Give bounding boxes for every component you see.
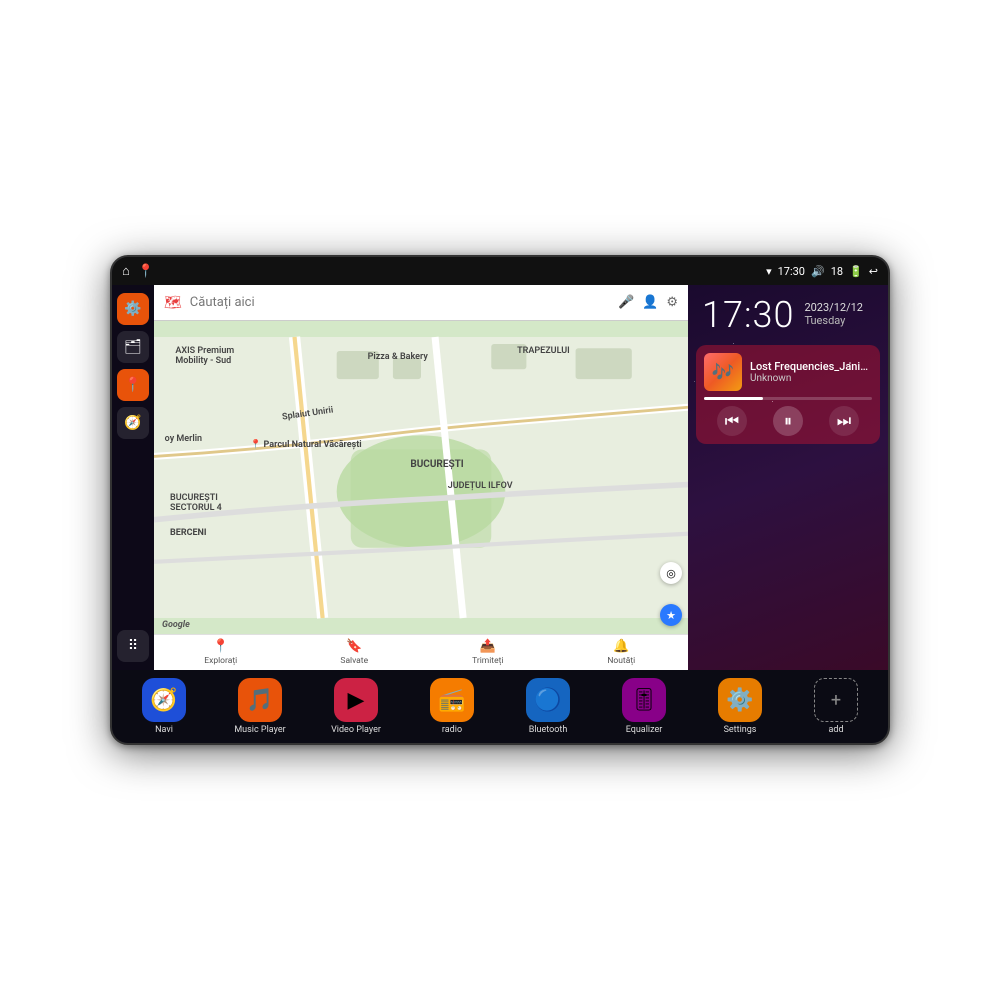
app-item-eq[interactable]: 🎚 Equalizer [598, 678, 690, 735]
settings-label: Settings [724, 725, 757, 735]
map-pin-icon: 🗺 [164, 295, 182, 311]
app-item-video[interactable]: ▶ Video Player [310, 678, 402, 735]
saved-label: Salvate [340, 656, 368, 666]
news-icon: 🔔 [613, 639, 629, 654]
navi-label: Navi [155, 725, 173, 735]
radio-label: radio [442, 725, 462, 735]
music-label: Music Player [234, 725, 285, 735]
map-voice-icon[interactable]: 🎤 [618, 295, 634, 310]
radio-icon: 📻 [430, 678, 474, 722]
track-title: Lost Frequencies_Janie... [750, 360, 872, 373]
app-item-bluetooth[interactable]: 🔵 Bluetooth [502, 678, 594, 735]
map-area: 🗺 Căutați aici 🎤 👤 ⚙ [154, 285, 688, 670]
music-icon: 🎵 [238, 678, 282, 722]
clock-date: 2023/12/12 Tuesday [804, 301, 863, 327]
clock-area: 17:30 2023/12/12 Tuesday [688, 285, 888, 341]
video-label: Video Player [331, 725, 381, 735]
app-item-navi[interactable]: 🧭 Navi [118, 678, 210, 735]
sidebar-apps-btn[interactable]: ⠿ [117, 630, 149, 662]
map-search-input[interactable]: Căutați aici [190, 295, 610, 310]
map-search-bar: 🗺 Căutați aici 🎤 👤 ⚙ [154, 285, 688, 321]
app-item-add[interactable]: + add [790, 678, 882, 735]
map-compass[interactable]: ◎ [660, 562, 682, 584]
app-grid: 🧭 Navi 🎵 Music Player ▶ Video Player 📻 r… [118, 678, 882, 735]
navi-icon: 🧭 [142, 678, 186, 722]
sidebar-nav-btn[interactable]: 🧭 [117, 407, 149, 439]
map-locate-btn[interactable]: ★ [660, 604, 682, 626]
map-user-icon[interactable]: 👤 [642, 295, 658, 310]
status-bar: ⌂ 📍 ▾ 17:30 🔊 18 🔋 ↩ [112, 257, 888, 285]
video-icon: ▶ [334, 678, 378, 722]
prev-button[interactable]: ⏮ [717, 406, 747, 436]
app-item-settings[interactable]: ⚙️ Settings [694, 678, 786, 735]
map-tab-send[interactable]: 📤 Trimiteți [421, 635, 555, 670]
back-icon[interactable]: ↩ [869, 265, 878, 278]
eq-label: Equalizer [626, 725, 663, 735]
track-progress-fill [704, 397, 763, 400]
track-progress[interactable] [704, 397, 872, 400]
volume-icon[interactable]: 🔊 [811, 265, 825, 278]
map-tab-news[interactable]: 🔔 Noutăți [555, 635, 689, 670]
sidebar-files-btn[interactable]: 🗂 [117, 331, 149, 363]
settings-icon: ⚙️ [718, 678, 762, 722]
sidebar-location-btn[interactable]: 📍 [117, 369, 149, 401]
next-button[interactable]: ⏭ [829, 406, 859, 436]
time-display: 17:30 [778, 265, 805, 278]
pause-button[interactable]: ⏸ [773, 406, 803, 436]
google-logo: Google [162, 620, 190, 630]
explore-label: Explorați [204, 656, 237, 666]
track-artist: Unknown [750, 373, 872, 384]
news-label: Noutăți [607, 656, 635, 666]
app-item-music[interactable]: 🎵 Music Player [214, 678, 306, 735]
main-area: ⚙️ 🗂 📍 🧭 ⠿ 🗺 Căutați aici 🎤 👤 ⚙ [112, 285, 888, 670]
map-tab-saved[interactable]: 🔖 Salvate [288, 635, 422, 670]
clock-date-day: Tuesday [804, 314, 863, 327]
sidebar-settings-btn[interactable]: ⚙️ [117, 293, 149, 325]
map-icon[interactable]: 📍 [138, 264, 154, 279]
send-label: Trimiteți [472, 656, 503, 666]
album-art: 🎶 [704, 353, 742, 391]
map-tab-explore[interactable]: 📍 Explorați [154, 635, 288, 670]
car-unit: ⌂ 📍 ▾ 17:30 🔊 18 🔋 ↩ ⚙️ 🗂 📍 [110, 255, 890, 745]
saved-icon: 🔖 [346, 639, 362, 654]
send-icon: 📤 [480, 639, 496, 654]
bluetooth-icon: 🔵 [526, 678, 570, 722]
now-playing-widget: 🎶 Lost Frequencies_Janie... Unknown ⏮ ⏸ … [696, 345, 880, 444]
add-label: add [828, 725, 843, 735]
eq-icon: 🎚 [622, 678, 666, 722]
map-canvas[interactable]: AXIS PremiumMobility - Sud Pizza & Baker… [154, 321, 688, 634]
wifi-icon: ▾ [766, 265, 772, 278]
add-icon: + [814, 678, 858, 722]
battery-icon: 🔋 [849, 265, 863, 278]
explore-icon: 📍 [213, 639, 229, 654]
left-sidebar: ⚙️ 🗂 📍 🧭 ⠿ [112, 285, 154, 670]
right-panel: 17:30 2023/12/12 Tuesday 🎶 Lost Frequenc… [688, 285, 888, 670]
clock-date-main: 2023/12/12 [804, 301, 863, 314]
playback-controls: ⏮ ⏸ ⏭ [704, 406, 872, 436]
bluetooth-label: Bluetooth [529, 725, 568, 735]
clock-time: 17:30 [702, 297, 794, 333]
battery-charge: 18 [831, 265, 843, 278]
app-item-radio[interactable]: 📻 radio [406, 678, 498, 735]
map-settings-icon[interactable]: ⚙ [666, 295, 678, 310]
map-tabs: 📍 Explorați 🔖 Salvate 📤 Trimiteți 🔔 Nout… [154, 634, 688, 670]
home-icon[interactable]: ⌂ [122, 263, 130, 279]
app-grid-area: 🧭 Navi 🎵 Music Player ▶ Video Player 📻 r… [112, 670, 888, 743]
